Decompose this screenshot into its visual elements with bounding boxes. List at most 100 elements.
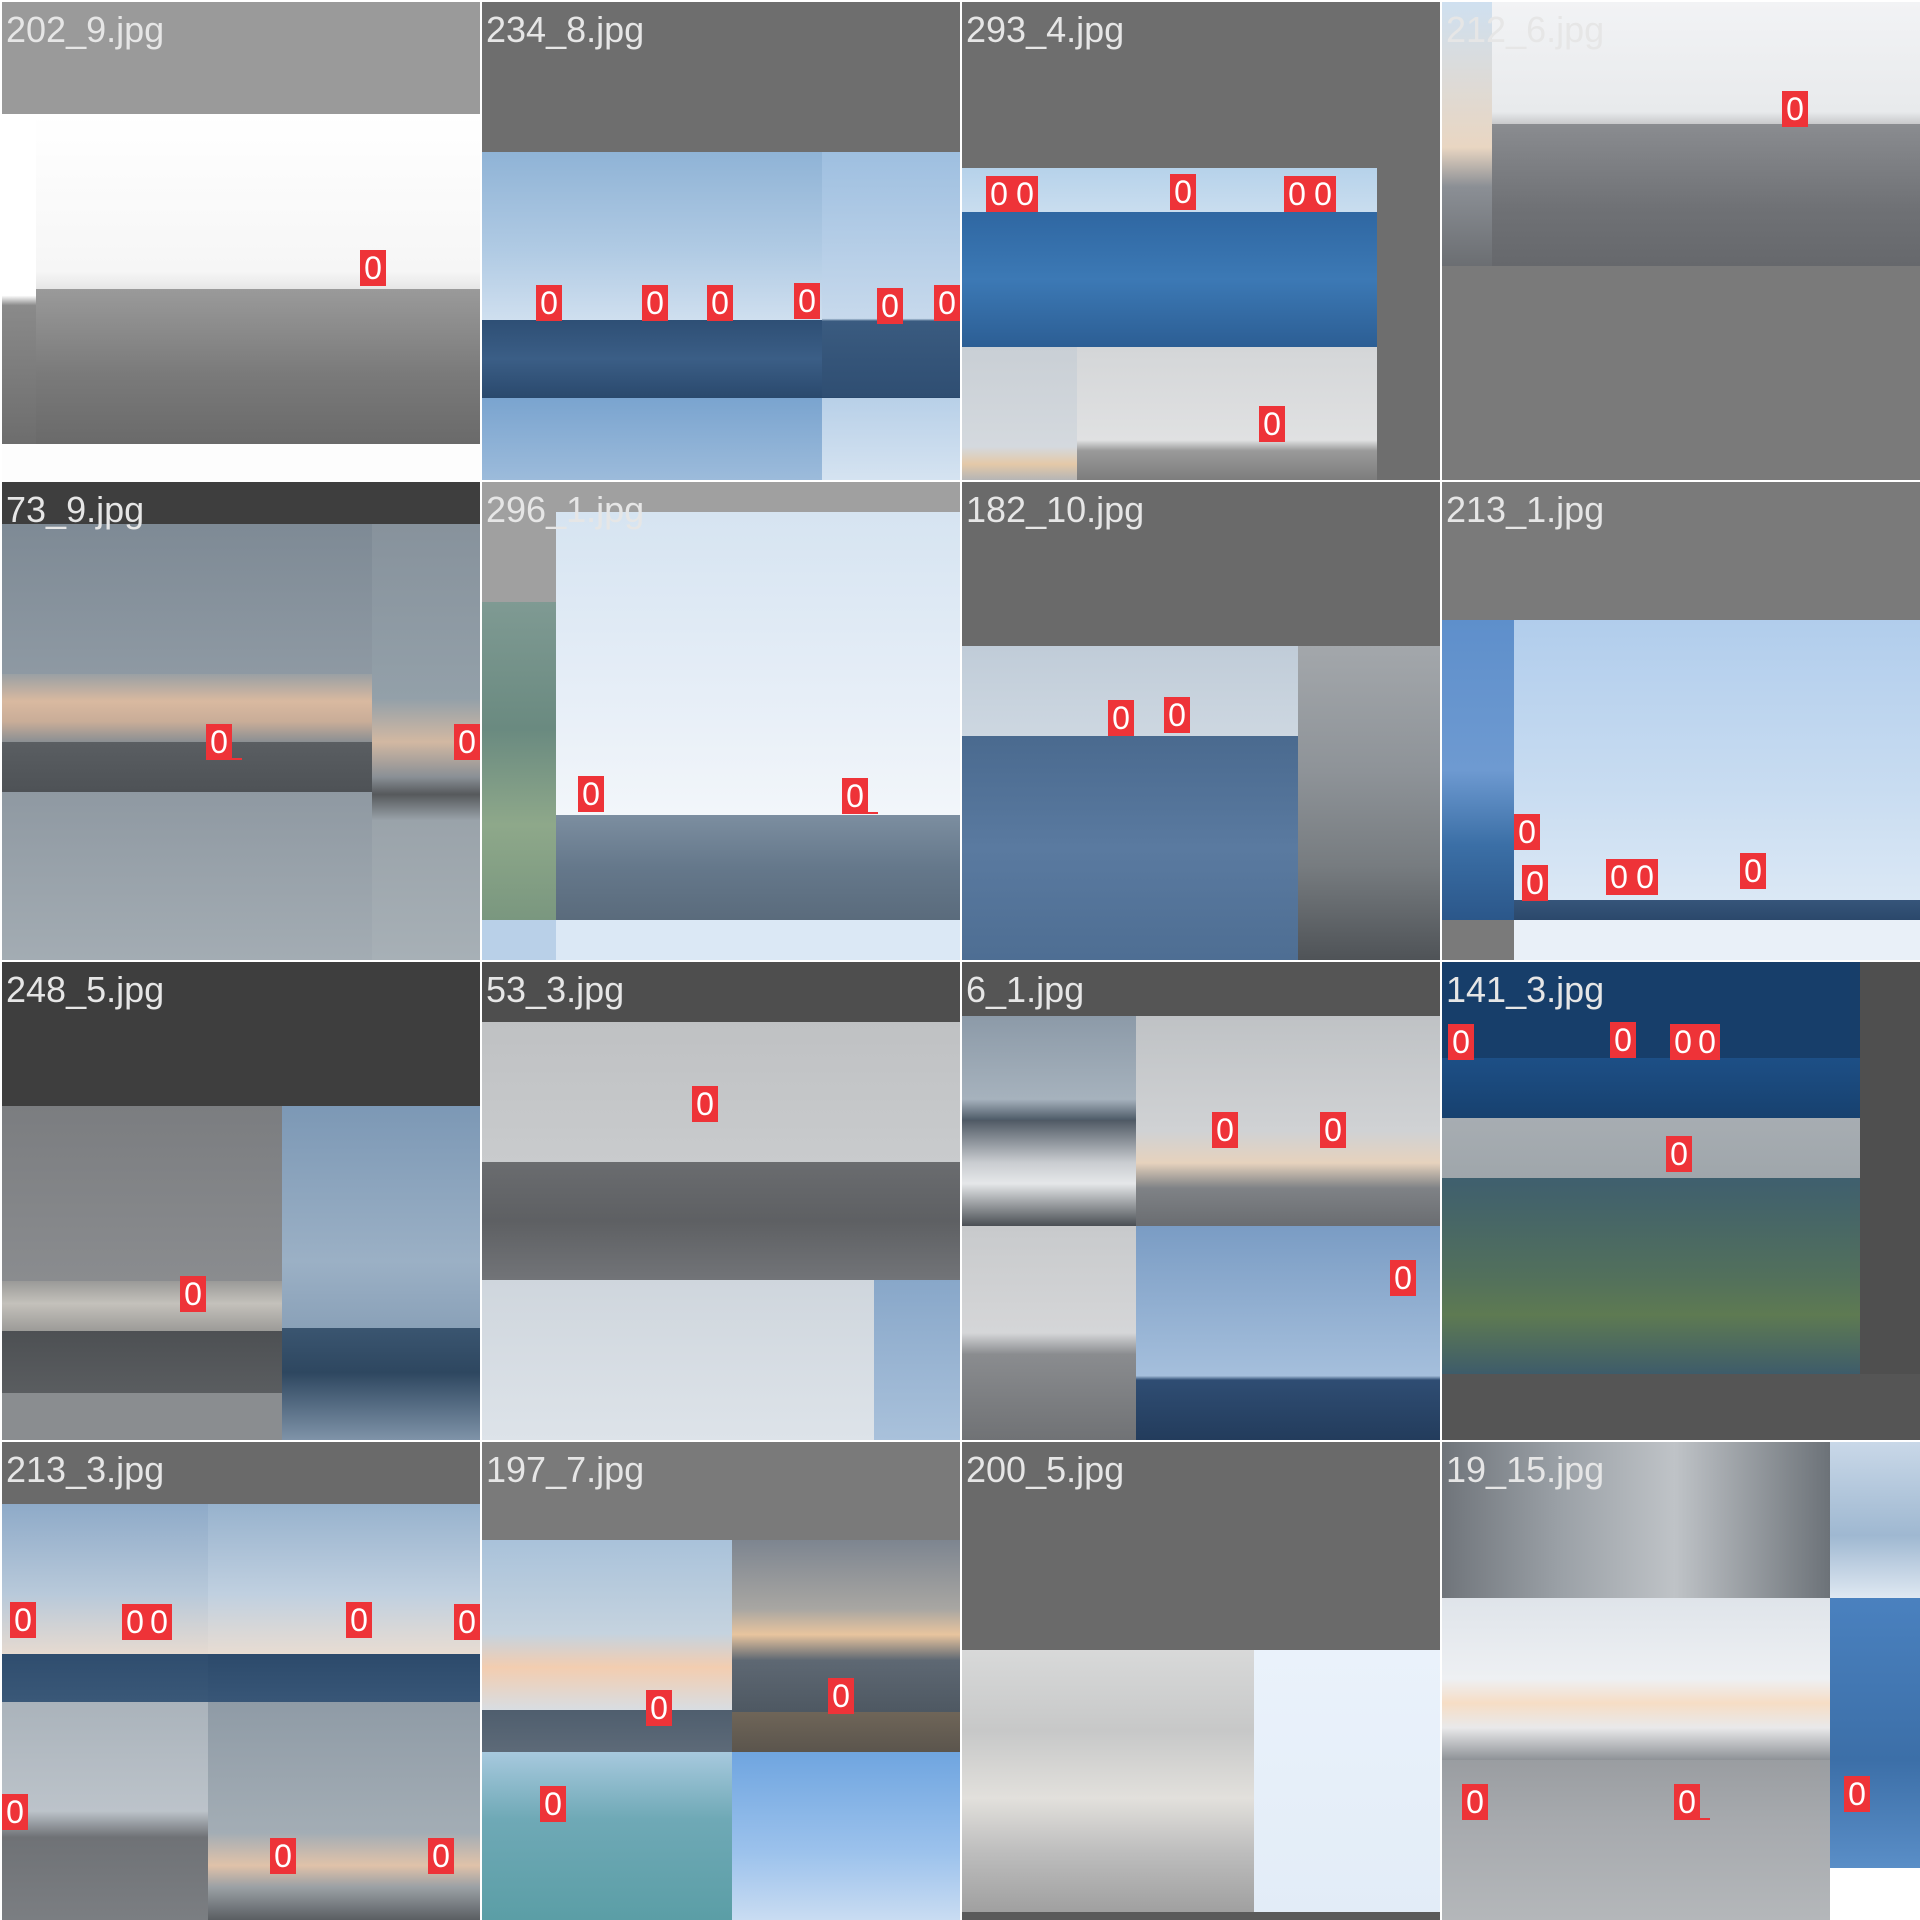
detection-class-label: 0 xyxy=(881,288,899,324)
detection-class-label: 0 xyxy=(1174,174,1192,210)
detection-box: 0 xyxy=(1448,1024,1474,1060)
filename-label: 296_1.jpg xyxy=(486,489,645,530)
image-crop xyxy=(1442,1374,1920,1440)
detection-box: 0 xyxy=(428,1838,454,1874)
image-crop xyxy=(962,1120,1136,1226)
image-crop xyxy=(2,1393,282,1440)
image-crop xyxy=(1514,620,1920,900)
detection-class-label: 0 xyxy=(798,283,816,319)
image-crop xyxy=(208,1702,480,1920)
detection-box: 0 xyxy=(146,1604,172,1640)
filename-label: 200_5.jpg xyxy=(966,1449,1125,1490)
detection-box: 0 xyxy=(180,1276,206,1312)
mosaic-tile: 213_3.jpg000000000 xyxy=(2,1442,480,1920)
filename-label: 141_3.jpg xyxy=(1446,969,1605,1010)
detection-class-label: 0 xyxy=(1670,1136,1688,1172)
detection-box: 0 xyxy=(270,1838,296,1874)
detection-class-label: 0 xyxy=(540,285,558,321)
detection-box: 0 xyxy=(1674,1784,1710,1820)
image-crop xyxy=(1830,1442,1920,1598)
image-crop xyxy=(482,1280,874,1440)
mosaic-tile: 296_1.jpg 0 0 xyxy=(482,482,960,960)
detection-box: 0 xyxy=(454,1604,480,1640)
image-crop xyxy=(962,1912,1440,1920)
image-crop xyxy=(962,1016,1136,1120)
detection-class-label: 0 xyxy=(1394,1260,1412,1296)
detection-box: 0 xyxy=(1694,1024,1720,1060)
image-crop xyxy=(2,1281,282,1331)
image-crop xyxy=(1514,900,1920,920)
detection-box: 0 xyxy=(1514,814,1540,850)
image-crop xyxy=(282,1328,480,1440)
detection-box: 0 xyxy=(1462,1784,1488,1820)
detection-box: 0 xyxy=(2,1794,28,1830)
detection-class-label: 0 xyxy=(1674,1024,1692,1060)
detection-box: 0 xyxy=(540,1786,566,1822)
detection-class-label: 0 xyxy=(846,778,864,814)
detection-box: 0 xyxy=(1164,697,1190,733)
detection-box: 0 xyxy=(842,778,878,814)
detection-box: 0 xyxy=(877,288,903,324)
detection-box: 0 xyxy=(1844,1776,1870,1812)
detection-box: 0 xyxy=(646,1690,672,1726)
image-crop xyxy=(822,152,960,397)
mosaic-tile: 213_1.jpg 0 0 0 0 0 xyxy=(1442,482,1920,960)
detection-class-label: 0 xyxy=(1216,1112,1234,1148)
image-crop xyxy=(962,1650,1254,1920)
detection-class-label: 0 xyxy=(1518,814,1536,850)
detection-class-label: 0 xyxy=(126,1604,144,1640)
image-crop xyxy=(2,114,36,444)
detection-class-label: 0 xyxy=(1526,865,1544,901)
detection-class-label: 0 xyxy=(1324,1112,1342,1148)
image-crop xyxy=(556,920,960,960)
image-crop xyxy=(208,1654,480,1702)
detection-class-label: 0 xyxy=(1452,1024,1470,1060)
image-crop xyxy=(962,212,1377,347)
detection-box: 0 xyxy=(1610,1022,1636,1058)
detection-class-label: 0 xyxy=(432,1838,450,1874)
mosaic-tile: 19_15.jpg 0 0 0 xyxy=(1442,1442,1920,1920)
detection-box: 0 xyxy=(454,724,480,760)
image-crop xyxy=(482,920,556,960)
mosaic-tile: 293_4.jpg 0 0 0 0 0 0 xyxy=(962,2,1440,480)
image-crop xyxy=(1442,1178,1860,1374)
image-crop xyxy=(1442,1760,1830,1920)
mosaic-tile: 197_7.jpg 0 0 0 xyxy=(482,1442,960,1920)
detection-class-label: 0 xyxy=(210,724,228,760)
detection-class-label: 0 xyxy=(350,1602,368,1638)
detection-box: 0 xyxy=(828,1678,854,1714)
image-crop xyxy=(2,1331,282,1393)
filename-label: 248_5.jpg xyxy=(6,969,165,1010)
image-crop xyxy=(282,1106,480,1328)
detection-class-label: 0 xyxy=(1848,1776,1866,1812)
detection-box: 0 xyxy=(934,285,960,321)
image-crop xyxy=(1442,1118,1860,1178)
detection-box: 0 xyxy=(1170,174,1196,210)
detection-class-label: 0 xyxy=(711,285,729,321)
image-crop xyxy=(732,1752,960,1920)
detection-class-label: 0 xyxy=(938,285,956,321)
detection-box: 0 xyxy=(122,1604,148,1640)
detection-box: 0 xyxy=(1522,865,1548,901)
detection-class-label: 0 xyxy=(1786,91,1804,127)
filename-label: 213_3.jpg xyxy=(6,1449,165,1490)
detection-box: 0 xyxy=(206,724,242,760)
mosaic-tile: 6_1.jpg 0 0 0 xyxy=(962,962,1440,1440)
detection-class-label: 0 xyxy=(1636,859,1654,895)
image-crop xyxy=(1830,1868,1920,1920)
detection-class-label: 0 xyxy=(1698,1024,1716,1060)
detection-box: 0 xyxy=(707,285,733,321)
detection-class-label: 0 xyxy=(832,1678,850,1714)
filename-label: 212_6.jpg xyxy=(1446,9,1605,50)
detection-class-label: 0 xyxy=(1466,1784,1484,1820)
detection-class-label: 0 xyxy=(184,1276,202,1312)
image-crop xyxy=(208,1504,480,1654)
image-crop xyxy=(2,1702,208,1920)
mosaic-tile: 212_6.jpg 0 xyxy=(1442,2,1920,480)
detection-box: 0 xyxy=(346,1602,372,1638)
detection-box: 0 xyxy=(692,1086,718,1122)
detection-box: 0 xyxy=(1740,853,1766,889)
filename-label: 6_1.jpg xyxy=(966,969,1085,1010)
detection-class-label: 0 xyxy=(1744,853,1762,889)
detection-class-label: 0 xyxy=(274,1838,292,1874)
